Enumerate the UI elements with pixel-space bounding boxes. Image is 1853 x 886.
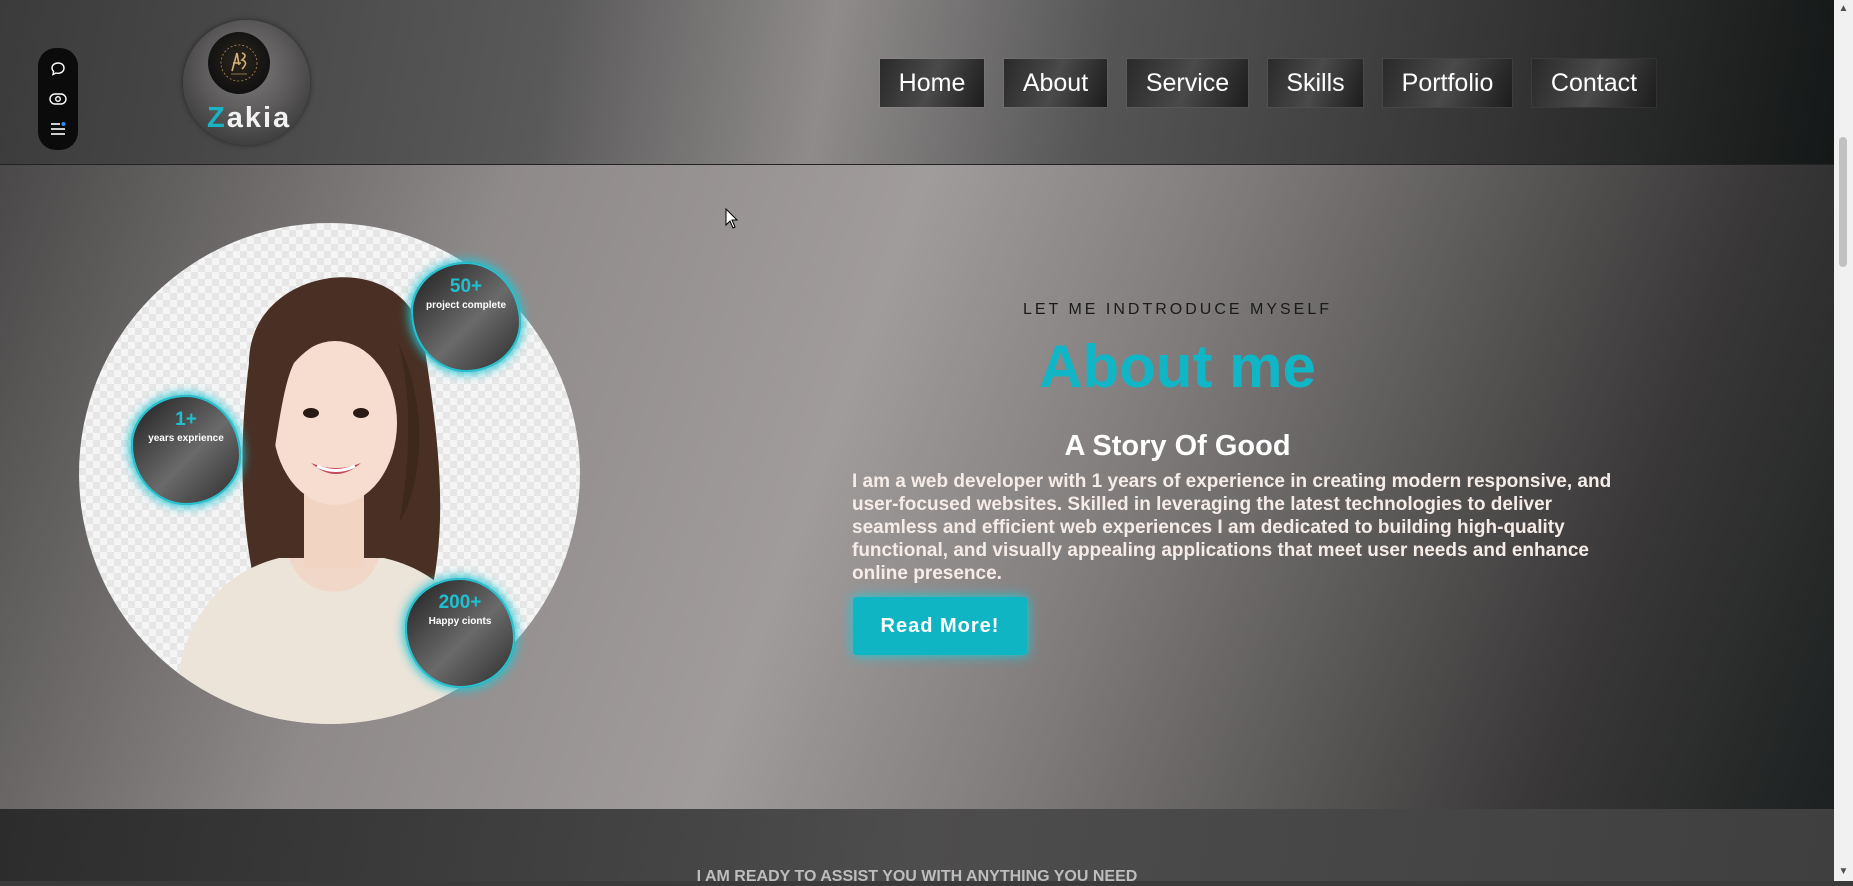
scroll-down-arrow-icon[interactable]: ▼ [1838, 866, 1849, 877]
about-kicker: LET ME INDTRODUCE MYSELF [1022, 301, 1333, 318]
nav-portfolio[interactable]: Portfolio [1383, 59, 1512, 107]
stat-projects-value: 50+ [449, 276, 483, 297]
logo-emblem-icon [208, 32, 270, 94]
about-title: About me [1039, 333, 1316, 400]
site-logo[interactable]: Zakia [183, 20, 310, 145]
stat-experience: 1+ years exprience [131, 395, 241, 505]
nav-skills[interactable]: Skills [1268, 59, 1363, 107]
services-section: I AM READY TO ASSIST YOU WITH ANYTHING Y… [0, 809, 1834, 885]
stat-clients-label: Happy cionts [428, 616, 492, 627]
stat-projects: 50+ project complete [411, 262, 521, 372]
stat-clients: 200+ Happy cionts [405, 578, 515, 688]
read-more-button[interactable]: Read More! [853, 597, 1027, 655]
site-header: Zakia Home About Service Skills Portfoli… [0, 0, 1834, 165]
logo-rest: akia [226, 102, 292, 134]
logo-name: Zakia [207, 102, 291, 135]
scrollbar-thumb[interactable] [1839, 137, 1847, 267]
mouse-cursor-icon [725, 208, 739, 229]
logo-initial: Z [207, 102, 227, 134]
floating-toolbar [38, 48, 78, 150]
nav-home[interactable]: Home [880, 59, 984, 107]
stat-experience-value: 1+ [175, 409, 197, 430]
eye-icon[interactable] [48, 89, 68, 109]
story-title: A Story Of Good [1064, 430, 1291, 462]
stat-clients-value: 200+ [438, 592, 482, 613]
chat-icon[interactable] [48, 59, 68, 79]
main-nav: Home About Service Skills Portfolio Cont… [880, 59, 1656, 107]
stat-projects-label: project complete [425, 300, 507, 311]
nav-about[interactable]: About [1004, 59, 1107, 107]
stat-experience-label: years exprience [148, 433, 224, 444]
menu-icon[interactable] [48, 119, 68, 139]
nav-contact[interactable]: Contact [1532, 59, 1656, 107]
about-paragraph: I am a web developer with 1 years of exp… [852, 471, 1612, 584]
nav-service[interactable]: Service [1127, 59, 1248, 107]
page-scrollbar[interactable]: ▲ ▼ [1834, 0, 1853, 881]
services-heading: I AM READY TO ASSIST YOU WITH ANYTHING Y… [696, 868, 1138, 885]
scroll-up-arrow-icon[interactable]: ▲ [1838, 3, 1849, 14]
